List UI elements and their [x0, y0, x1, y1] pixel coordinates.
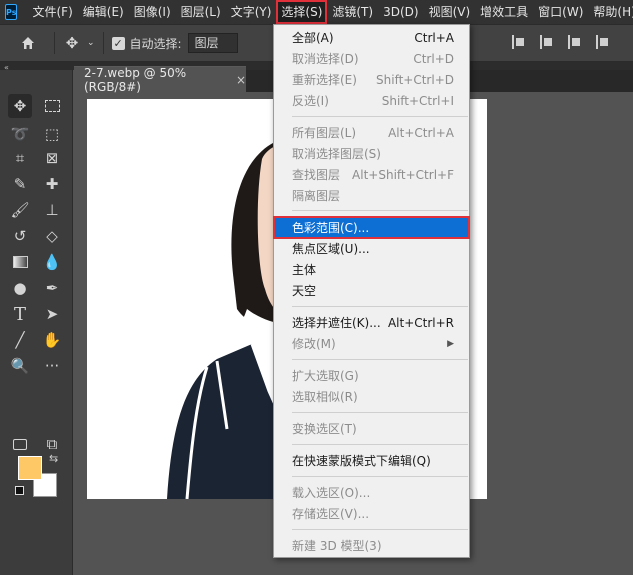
auto-select-checkbox[interactable]: ✓	[111, 36, 125, 50]
move-tool-icon[interactable]: ✥	[8, 94, 32, 118]
menu-separator	[292, 529, 468, 530]
menu-separator	[292, 412, 468, 413]
photoshop-logo-icon: Ps	[5, 4, 18, 20]
menu-item-new-3d-model[interactable]: 新建 3D 模型(3)	[274, 535, 469, 556]
align-right-icon[interactable]	[568, 35, 582, 49]
pen-tool-icon[interactable]: ✒	[40, 276, 64, 300]
hand-tool-icon[interactable]: ✋	[40, 328, 64, 352]
menu-item-all-layers[interactable]: 所有图层(L) Alt+Ctrl+A	[274, 122, 469, 143]
menu-separator	[292, 116, 468, 117]
quick-mask-icon[interactable]	[8, 432, 32, 456]
auto-select-label: 自动选择:	[129, 36, 182, 51]
chevron-down-icon[interactable]: ⌄	[87, 38, 95, 48]
menu-layer[interactable]: 图层(L)	[176, 0, 226, 24]
object-select-tool-icon[interactable]: ⬚	[40, 122, 64, 146]
menu-item-subject[interactable]: 主体	[274, 259, 469, 280]
document-tab-title: 2-7.webp @ 50%(RGB/8#)	[84, 65, 187, 94]
menu-window[interactable]: 窗口(W)	[533, 0, 588, 24]
line-tool-icon[interactable]: ╱	[8, 328, 32, 352]
menu-separator	[292, 359, 468, 360]
menu-item-save-selection[interactable]: 存储选区(V)...	[274, 503, 469, 524]
select-menu-dropdown: 全部(A) Ctrl+A 取消选择(D) Ctrl+D 重新选择(E) Shift+C…	[273, 24, 470, 558]
frame-tool-icon[interactable]: ⊠	[40, 146, 64, 170]
menu-item-modify[interactable]: 修改(M) ▶	[274, 333, 469, 354]
menu-item-sky[interactable]: 天空	[274, 280, 469, 301]
menu-item-load-selection[interactable]: 载入选区(O)...	[274, 482, 469, 503]
menu-bar: Ps 文件(F) 编辑(E) 图像(I) 图层(L) 文字(Y) 选择(S) 滤…	[0, 0, 633, 24]
menu-separator	[292, 306, 468, 307]
tools-panel: ✥ ➰ ⬚ ⌗ ⊠ ✎ ✚ 🖌 ⊥ ↺ ◇ 💧 ● ✒ T ➤ ╱ ✋ 🔍 ··…	[0, 70, 73, 575]
zoom-tool-icon[interactable]: 🔍	[8, 354, 32, 378]
menu-help[interactable]: 帮助(H)	[588, 0, 633, 24]
menu-separator	[292, 476, 468, 477]
eraser-tool-icon[interactable]: ◇	[40, 224, 64, 248]
divider	[54, 32, 55, 54]
menu-item-select-and-mask[interactable]: 选择并遮住(K)... Alt+Ctrl+R	[274, 312, 469, 333]
align-center-icon[interactable]	[540, 35, 554, 49]
menu-select[interactable]: 选择(S)	[276, 0, 328, 24]
blur-tool-icon[interactable]: 💧	[40, 250, 64, 274]
type-tool-icon[interactable]: T	[8, 302, 32, 326]
path-select-tool-icon[interactable]: ➤	[40, 302, 64, 326]
menu-view[interactable]: 视图(V)	[424, 0, 476, 24]
crop-tool-icon[interactable]: ⌗	[8, 146, 32, 170]
menu-item-find-layers[interactable]: 查找图层 Alt+Shift+Ctrl+F	[274, 164, 469, 185]
menu-plugins[interactable]: 增效工具	[475, 0, 533, 24]
default-colors-icon[interactable]	[15, 486, 24, 495]
submenu-arrow-icon: ▶	[447, 338, 454, 349]
lasso-tool-icon[interactable]: ➰	[8, 122, 32, 146]
menu-item-deselect-layers[interactable]: 取消选择图层(S)	[274, 143, 469, 164]
gradient-tool-icon[interactable]	[8, 250, 32, 274]
menu-item-focus-area[interactable]: 焦点区域(U)...	[274, 238, 469, 259]
align-top-icon[interactable]	[596, 35, 610, 49]
more-tools-icon[interactable]: ···	[40, 354, 64, 378]
foreground-color-swatch[interactable]	[18, 456, 42, 480]
align-icons-group	[512, 35, 610, 49]
menu-item-deselect[interactable]: 取消选择(D) Ctrl+D	[274, 48, 469, 69]
menu-item-color-range[interactable]: 色彩范围(C)...	[273, 216, 470, 239]
eyedropper-tool-icon[interactable]: ✎	[8, 172, 32, 196]
menu-item-similar[interactable]: 选取相似(R)	[274, 386, 469, 407]
menu-item-select-all[interactable]: 全部(A) Ctrl+A	[274, 27, 469, 48]
menu-image[interactable]: 图像(I)	[129, 0, 176, 24]
menu-filter[interactable]: 滤镜(T)	[327, 0, 378, 24]
brush-tool-icon[interactable]: 🖌	[8, 198, 32, 222]
dodge-tool-icon[interactable]: ●	[8, 276, 32, 300]
marquee-tool-icon[interactable]	[40, 94, 64, 118]
menu-item-quick-mask[interactable]: 在快速蒙版模式下编辑(Q)	[274, 450, 469, 471]
history-brush-tool-icon[interactable]: ↺	[8, 224, 32, 248]
screen-mode-icon[interactable]: ⧉	[40, 432, 64, 456]
menu-item-reselect[interactable]: 重新选择(E) Shift+Ctrl+D	[274, 69, 469, 90]
menu-item-transform-selection[interactable]: 变换选区(T)	[274, 418, 469, 439]
menu-edit[interactable]: 编辑(E)	[78, 0, 129, 24]
document-tab[interactable]: 2-7.webp @ 50%(RGB/8#) ×	[74, 65, 246, 94]
home-icon[interactable]	[18, 35, 38, 51]
menu-separator	[292, 444, 468, 445]
menu-item-inverse[interactable]: 反选(I) Shift+Ctrl+I	[274, 90, 469, 111]
menu-type[interactable]: 文字(Y)	[226, 0, 277, 24]
close-icon[interactable]: ×	[236, 73, 246, 87]
menu-item-isolate-layers[interactable]: 隔离图层	[274, 185, 469, 206]
menu-file[interactable]: 文件(F)	[27, 0, 77, 24]
align-left-icon[interactable]	[512, 35, 526, 49]
stamp-tool-icon[interactable]: ⊥	[40, 198, 64, 222]
auto-select-target-dropdown[interactable]: 图层	[187, 33, 238, 53]
divider	[102, 32, 104, 54]
healing-brush-tool-icon[interactable]: ✚	[40, 172, 64, 196]
menu-item-grow[interactable]: 扩大选取(G)	[274, 365, 469, 386]
move-tool-icon[interactable]: ✥	[63, 34, 81, 52]
menu-3d[interactable]: 3D(D)	[378, 0, 423, 24]
menu-separator	[292, 210, 468, 211]
